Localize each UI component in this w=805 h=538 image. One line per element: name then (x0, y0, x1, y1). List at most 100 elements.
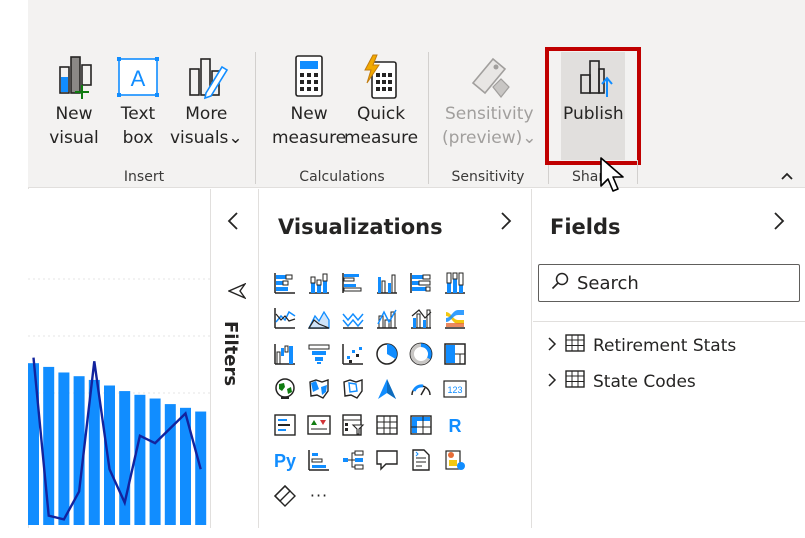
new-measure-label: New measure (272, 104, 347, 148)
visualizations-title: Visualizations (278, 215, 443, 239)
fields-pane: Fields Search Retirement Stats State Cod… (533, 189, 805, 528)
collapse-visualizations-chevron-icon[interactable] (500, 211, 512, 237)
collapse-ribbon-chevron-icon[interactable] (780, 166, 794, 185)
filled-map-icon[interactable] (302, 372, 336, 408)
more-visuals-button[interactable]: More visuals⌄ (170, 52, 243, 150)
funnel-chart-icon[interactable] (302, 336, 336, 372)
text-box-button[interactable]: A Text box (112, 52, 164, 150)
kpi-icon[interactable] (302, 407, 336, 443)
expand-chevron-icon[interactable] (547, 372, 563, 392)
multi-row-card-icon[interactable] (268, 407, 302, 443)
python-visual-icon[interactable]: Py (268, 443, 302, 479)
quick-measure-icon (355, 52, 407, 102)
calculations-group-label: Calculations (299, 169, 385, 185)
power-apps-icon[interactable] (268, 478, 302, 514)
area-chart-icon[interactable] (302, 301, 336, 337)
azure-map-icon[interactable] (370, 372, 404, 408)
table-icon[interactable] (370, 407, 404, 443)
clustered-column-chart-icon[interactable] (370, 265, 404, 301)
sensitivity-label: Sensitivity (preview)⌄ (442, 104, 537, 148)
line-and-stacked-column-chart-icon[interactable] (370, 301, 404, 337)
r-script-visual-icon[interactable]: R (438, 407, 472, 443)
more-visuals-icon (180, 52, 232, 102)
scatter-chart-icon[interactable] (336, 336, 370, 372)
field-table-label: State Codes (593, 371, 696, 392)
filter-funnel-icon (227, 282, 248, 303)
filters-label[interactable]: Filters (220, 321, 241, 386)
decomposition-tree-icon[interactable] (336, 443, 370, 479)
table-icon (565, 334, 585, 357)
field-table-state-codes[interactable]: State Codes (547, 370, 696, 393)
smart-narrative-icon[interactable] (404, 443, 438, 479)
100-stacked-bar-chart-icon[interactable] (404, 265, 438, 301)
clustered-bar-chart-icon[interactable] (336, 265, 370, 301)
svg-text:Py: Py (274, 451, 296, 471)
chart-bar[interactable] (149, 398, 161, 525)
sensitivity-button[interactable]: Sensitivity (preview)⌄ (442, 52, 537, 150)
new-visual-icon (48, 52, 100, 102)
pie-chart-icon[interactable] (370, 336, 404, 372)
qna-visual-icon[interactable] (370, 443, 404, 479)
100-stacked-column-chart-icon[interactable] (438, 265, 472, 301)
text-box-icon: A (112, 52, 164, 102)
gauge-icon[interactable] (404, 372, 438, 408)
combo-chart[interactable] (28, 189, 210, 525)
chart-bar[interactable] (164, 404, 176, 525)
chart-bar[interactable] (58, 372, 70, 525)
ribbon-chart-icon[interactable] (438, 301, 472, 337)
map-icon[interactable] (268, 372, 302, 408)
quick-measure-label: Quick measure (344, 104, 419, 148)
sensitivity-group-label: Sensitivity (451, 169, 525, 185)
expand-chevron-icon[interactable] (547, 336, 563, 356)
more-visuals-ellipsis-icon[interactable]: ··· (302, 478, 336, 514)
insert-group-label: Insert (123, 169, 165, 185)
collapse-fields-chevron-icon[interactable] (773, 211, 785, 237)
chart-bar[interactable] (104, 385, 115, 526)
matrix-icon[interactable] (404, 407, 438, 443)
report-canvas (28, 189, 210, 525)
shape-map-icon[interactable] (336, 372, 370, 408)
mouse-cursor-icon (599, 156, 627, 200)
visualizations-pane: Visualizations 123 R Py ··· (260, 189, 532, 528)
ribbon-separator (428, 52, 429, 184)
svg-text:123: 123 (447, 385, 462, 395)
stacked-column-chart-icon[interactable] (302, 265, 336, 301)
fields-search-input[interactable]: Search (538, 264, 800, 302)
chart-bar[interactable] (43, 366, 55, 525)
publish-highlight-box (545, 47, 641, 165)
new-visual-button[interactable]: New visual (48, 52, 100, 150)
line-chart-icon[interactable] (268, 301, 302, 337)
search-icon (551, 272, 569, 294)
expand-filters-chevron-icon[interactable] (227, 211, 239, 237)
stacked-area-chart-icon[interactable] (336, 301, 370, 337)
text-box-label: Text box (120, 104, 156, 148)
field-table-label: Retirement Stats (593, 335, 737, 356)
key-influencers-icon[interactable] (302, 443, 336, 479)
fields-divider (533, 321, 805, 322)
treemap-icon[interactable] (438, 336, 472, 372)
more-visuals-label: More visuals⌄ (170, 104, 243, 148)
svg-text:A: A (131, 66, 146, 91)
quick-measure-button[interactable]: Quick measure (344, 52, 418, 150)
new-visual-label: New visual (49, 104, 99, 148)
search-placeholder: Search (577, 272, 639, 294)
stacked-bar-chart-icon[interactable] (268, 265, 302, 301)
new-measure-button[interactable]: New measure (272, 52, 346, 150)
fields-title: Fields (550, 215, 621, 239)
paginated-report-icon[interactable] (438, 443, 472, 479)
donut-chart-icon[interactable] (404, 336, 438, 372)
field-table-retirement-stats[interactable]: Retirement Stats (547, 334, 736, 357)
slicer-icon[interactable] (336, 407, 370, 443)
sensitivity-tag-icon (463, 52, 515, 102)
card-icon[interactable]: 123 (438, 372, 472, 408)
ribbon-separator (637, 160, 638, 184)
visual-type-gallery: 123 R Py ··· (268, 265, 472, 514)
svg-text:R: R (449, 416, 462, 436)
waterfall-chart-icon[interactable] (268, 336, 302, 372)
line-and-clustered-column-chart-icon[interactable] (404, 301, 438, 337)
chart-bar[interactable] (134, 394, 146, 525)
filters-pane: Filters (210, 189, 259, 528)
table-icon (565, 370, 585, 393)
ribbon-separator (255, 52, 256, 184)
calculator-icon (283, 52, 335, 102)
